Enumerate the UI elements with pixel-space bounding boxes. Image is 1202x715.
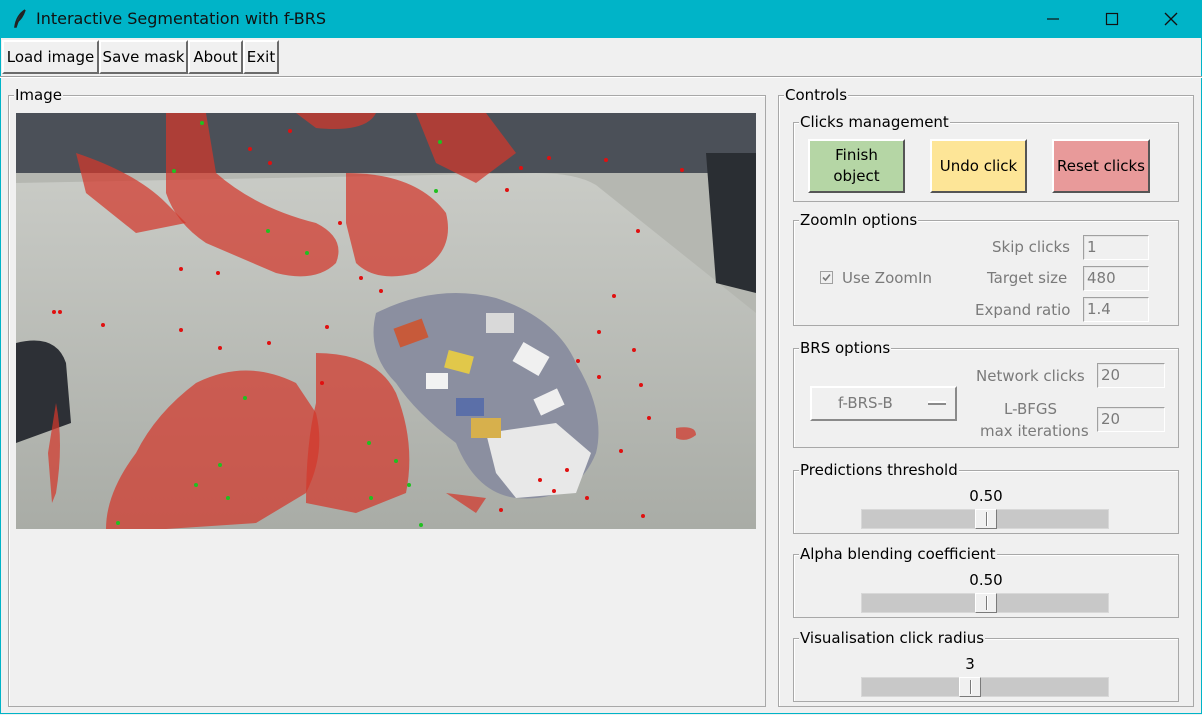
predictions-threshold-legend: Predictions threshold — [799, 461, 959, 479]
radius-value: 3 — [965, 655, 975, 673]
finish-object-label: Finish object — [833, 146, 880, 185]
undo-click-label: Undo click — [939, 156, 1018, 175]
feather-icon — [12, 9, 28, 29]
threshold-slider-thumb[interactable] — [975, 509, 997, 529]
brs-options-legend: BRS options — [799, 339, 892, 357]
close-icon — [1164, 12, 1178, 26]
lbfgs-iterations-label: max iterations — [980, 422, 1089, 440]
dropdown-indicator-icon — [928, 401, 946, 405]
skip-clicks-label: Skip clicks — [992, 238, 1070, 256]
radius-slider-thumb[interactable] — [959, 677, 981, 697]
threshold-value: 0.50 — [969, 487, 1003, 505]
checkmark-icon — [822, 273, 831, 282]
save-mask-button[interactable]: Save mask — [99, 40, 188, 74]
maximize-button[interactable] — [1083, 0, 1141, 38]
alpha-value: 0.50 — [969, 571, 1003, 589]
brs-mode-value: f-BRS-B — [838, 394, 893, 412]
skip-clicks-input[interactable]: 1 — [1083, 235, 1149, 260]
target-size-input[interactable]: 480 — [1083, 266, 1149, 291]
finish-object-button[interactable]: Finish object — [808, 139, 905, 193]
about-button[interactable]: About — [188, 40, 243, 74]
clicks-management-legend: Clicks management — [799, 113, 950, 131]
target-size-label: Target size — [987, 269, 1068, 287]
image-panel-legend: Image — [14, 86, 63, 104]
exit-button[interactable]: Exit — [243, 40, 279, 74]
close-button[interactable] — [1142, 0, 1200, 38]
use-zoomin-label: Use ZoomIn — [842, 269, 932, 287]
click-radius-legend: Visualisation click radius — [799, 629, 986, 647]
use-zoomin-checkbox[interactable] — [820, 271, 833, 284]
lbfgs-label: L-BFGS — [1004, 400, 1058, 418]
image-canvas[interactable] — [16, 113, 756, 529]
reset-clicks-button[interactable]: Reset clicks — [1052, 139, 1150, 193]
window-title: Interactive Segmentation with f-BRS — [36, 9, 327, 28]
lbfgs-iterations-input[interactable]: 20 — [1097, 407, 1165, 432]
undo-click-button[interactable]: Undo click — [930, 139, 1027, 193]
radius-slider[interactable] — [861, 677, 1109, 697]
load-image-button[interactable]: Load image — [2, 40, 99, 74]
alpha-blending-legend: Alpha blending coefficient — [799, 545, 997, 563]
menu-separator — [0, 76, 1202, 78]
minimize-icon — [1047, 18, 1059, 20]
network-clicks-input[interactable]: 20 — [1097, 363, 1165, 388]
alpha-slider-thumb[interactable] — [975, 593, 997, 613]
expand-ratio-label: Expand ratio — [975, 301, 1071, 319]
controls-panel-legend: Controls — [784, 86, 849, 104]
network-clicks-label: Network clicks — [976, 367, 1085, 385]
segmentation-image — [16, 113, 756, 529]
reset-clicks-label: Reset clicks — [1056, 156, 1145, 175]
expand-ratio-input[interactable]: 1.4 — [1083, 297, 1149, 322]
minimize-button[interactable] — [1024, 0, 1082, 38]
maximize-icon — [1105, 12, 1119, 26]
zoomin-options-legend: ZoomIn options — [799, 211, 919, 229]
